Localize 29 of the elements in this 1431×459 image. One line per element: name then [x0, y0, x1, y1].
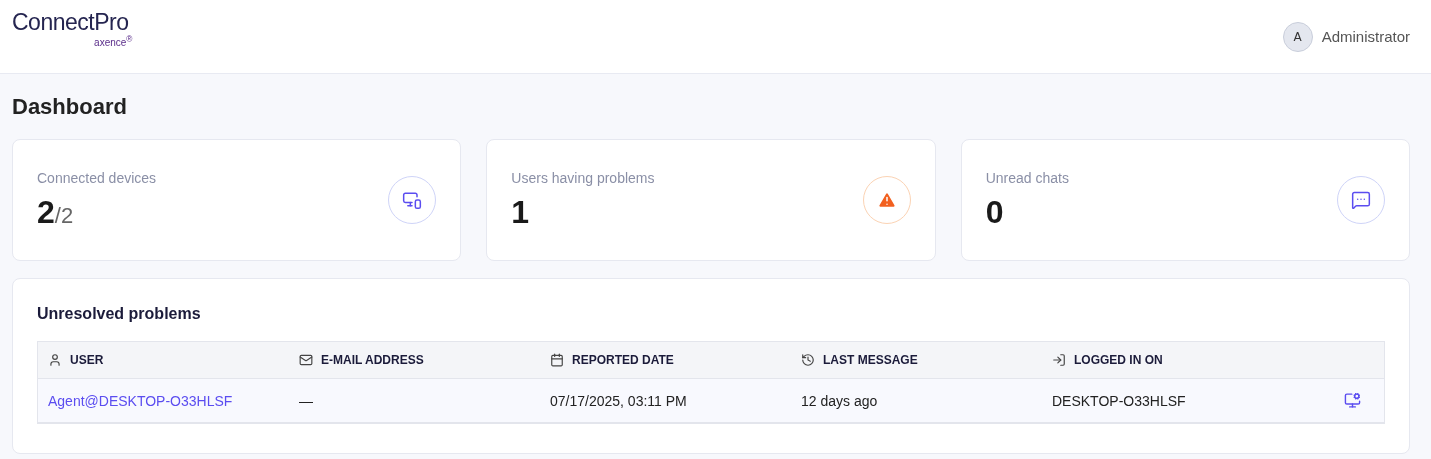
- page-title: Dashboard: [12, 94, 128, 120]
- column-header: LAST MESSAGE: [801, 353, 1052, 367]
- user-link[interactable]: Agent@DESKTOP-O33HLSF: [48, 393, 233, 409]
- mail-icon: [299, 353, 313, 367]
- stat-value: 2/2: [37, 193, 75, 231]
- user-name[interactable]: Administrator: [1321, 28, 1410, 45]
- column-header: USER: [48, 353, 299, 367]
- table-cell-text: 12 days ago: [801, 392, 879, 409]
- column-header: E-MAIL ADDRESS: [299, 353, 550, 367]
- monitor-gear-icon[interactable]: [1344, 392, 1361, 409]
- user-icon: [48, 353, 62, 367]
- table-cell-text: DESKTOP-O33HLSF: [1052, 392, 1187, 409]
- stat-value: 0: [985, 193, 1005, 231]
- stat-label: Unread chats: [985, 169, 1069, 186]
- table-cell-text: 07/17/2025, 03:11 PM: [550, 392, 688, 409]
- history-icon: [801, 353, 815, 367]
- panel-title: Unresolved problems: [37, 305, 202, 323]
- calendar-icon: [550, 353, 564, 367]
- stat-label: Connected devices: [37, 169, 157, 186]
- table-row[interactable]: Agent@DESKTOP-O33HLSF — 07/17/2025, 03:11 PM 12 days ago DESKTOP-O33HLSF: [38, 379, 1384, 423]
- column-header: LOGGED IN ON: [1052, 353, 1344, 367]
- logo-text: ConnectPro: [12, 10, 129, 34]
- stat-label: Users having problems: [511, 169, 655, 186]
- user-avatar[interactable]: A: [1282, 21, 1313, 52]
- column-header: REPORTED DATE: [550, 353, 801, 367]
- logo-subtext: axence$^{®}$: [94, 33, 133, 49]
- login-icon: [1052, 353, 1066, 367]
- table-cell-text: —: [299, 392, 314, 409]
- stat-value: 1: [511, 193, 531, 231]
